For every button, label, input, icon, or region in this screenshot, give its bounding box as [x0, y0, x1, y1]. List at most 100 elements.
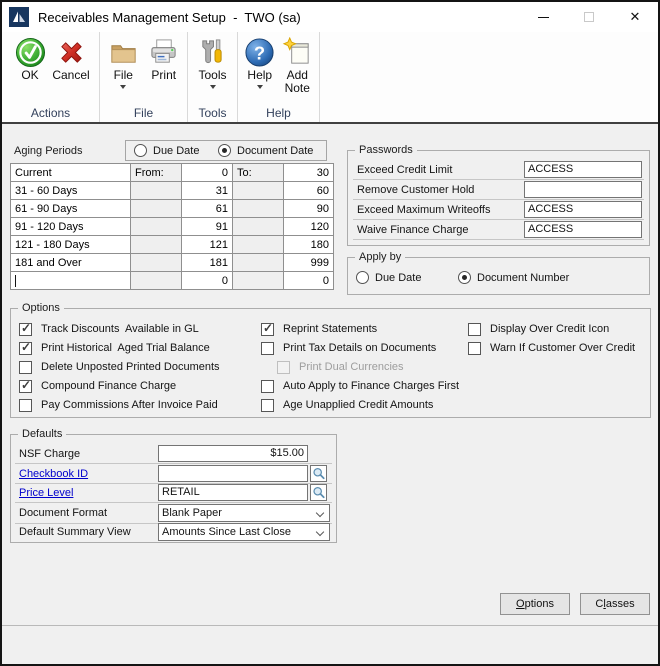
checkbox-icon[interactable]: ✓ [468, 322, 481, 336]
warn-if-customer-over-credit-option[interactable]: ✓ Warn If Customer Over Credit [468, 341, 635, 355]
period-to-field[interactable]: 999 [283, 253, 334, 272]
radio-icon[interactable] [458, 271, 471, 284]
file-menu-button[interactable]: File [103, 37, 144, 104]
delete-unposted-option[interactable]: ✓ Delete Unposted Printed Documents [19, 360, 220, 374]
add-note-icon [282, 37, 309, 64]
checkbook-id-link[interactable]: Checkbook ID [19, 468, 88, 480]
period-to-field[interactable]: 180 [283, 235, 334, 254]
period-name-field[interactable]: 31 - 60 Days [10, 181, 131, 200]
exceed-credit-limit-input[interactable]: ACCESS [524, 161, 642, 178]
due-date-radio-option[interactable]: Due Date [134, 144, 199, 157]
close-button[interactable]: ✕ [612, 2, 658, 32]
cancel-button[interactable]: Cancel [51, 37, 92, 104]
document-date-radio-option[interactable]: Document Date [218, 144, 313, 157]
print-tax-details-option[interactable]: ✓ Print Tax Details on Documents [261, 341, 436, 355]
password-row: Remove Customer Hold [353, 181, 644, 200]
exceed-maximum-writeoffs-input[interactable]: ACCESS [524, 201, 642, 218]
apply-by-title: Apply by [355, 251, 406, 263]
pay-commissions-option[interactable]: ✓ Pay Commissions After Invoice Paid [19, 398, 218, 412]
period-name-field[interactable]: 91 - 120 Days [10, 217, 131, 236]
checkbox-icon[interactable]: ✓ [261, 321, 274, 336]
age-unapplied-credit-option[interactable]: ✓ Age Unapplied Credit Amounts [261, 398, 433, 412]
ribbon-group-file: File Print File [100, 32, 188, 122]
print-button[interactable]: Print [144, 37, 185, 104]
checkbook-id-lookup-button[interactable] [310, 465, 327, 482]
period-to-field[interactable]: 90 [283, 199, 334, 218]
auto-apply-finance-charges-option[interactable]: ✓ Auto Apply to Finance Charges First [261, 379, 459, 393]
period-name-field[interactable]: 181 and Over [10, 253, 131, 272]
checkbox-icon[interactable]: ✓ [19, 360, 32, 374]
period-from-field[interactable]: 0 [181, 271, 233, 290]
checkbox-icon[interactable]: ✓ [261, 398, 274, 412]
form-content: Aging Periods Due Date Document Date Cur… [2, 126, 658, 664]
period-name-field[interactable]: 61 - 90 Days [10, 199, 131, 218]
tools-menu-button[interactable]: Tools [192, 37, 233, 104]
period-from-field[interactable]: 31 [181, 181, 233, 200]
classes-button[interactable]: Classes [580, 593, 650, 615]
remove-customer-hold-input[interactable] [524, 181, 642, 198]
period-to-field[interactable]: 120 [283, 217, 334, 236]
text-cursor [15, 274, 16, 287]
checkbox-icon[interactable]: ✓ [261, 341, 274, 355]
price-level-link[interactable]: Price Level [19, 487, 73, 499]
radio-icon[interactable] [218, 144, 231, 157]
ribbon-group-label-help: Help [266, 106, 291, 120]
apply-by-document-number-option[interactable]: Document Number [458, 271, 569, 284]
checkbook-id-input[interactable] [158, 465, 308, 482]
svg-text:?: ? [254, 42, 265, 63]
ok-button[interactable]: OK [10, 37, 51, 104]
period-from-field[interactable]: 61 [181, 199, 233, 218]
apply-by-due-date-option[interactable]: Due Date [356, 271, 421, 284]
period-from-field[interactable]: 181 [181, 253, 233, 272]
period-from-field[interactable]: 91 [181, 217, 233, 236]
document-format-row: Document Format Blank Paper [15, 504, 332, 524]
defaults-title: Defaults [18, 428, 67, 440]
checkbox-icon[interactable]: ✓ [19, 398, 32, 412]
chevron-down-icon [315, 508, 325, 518]
window-title: Receivables Management Setup - TWO (sa) [38, 9, 301, 25]
checkbox-icon[interactable]: ✓ [19, 321, 32, 336]
default-summary-view-dropdown[interactable]: Amounts Since Last Close [158, 523, 330, 541]
period-from-field[interactable]: 121 [181, 235, 233, 254]
waive-finance-charge-input[interactable]: ACCESS [524, 221, 642, 238]
minimize-button[interactable] [520, 2, 566, 32]
app-logo-icon [9, 7, 29, 27]
price-level-input[interactable]: RETAIL [158, 484, 308, 501]
checkbox-icon[interactable]: ✓ [19, 378, 32, 393]
document-format-dropdown[interactable]: Blank Paper [158, 504, 330, 522]
checkbox-icon[interactable]: ✓ [468, 341, 481, 355]
radio-icon[interactable] [356, 271, 369, 284]
ribbon-group-actions: OK Cancel Actions [2, 32, 100, 122]
reprint-statements-option[interactable]: ✓ Reprint Statements [261, 321, 377, 336]
receivables-management-setup-window: Receivables Management Setup - TWO (sa) … [0, 0, 660, 666]
options-button[interactable]: Options [500, 593, 570, 615]
compound-finance-charge-option[interactable]: ✓ Compound Finance Charge [19, 378, 176, 393]
price-level-lookup-button[interactable] [310, 484, 327, 501]
ribbon-group-tools: Tools Tools [188, 32, 238, 122]
period-name-field[interactable]: 121 - 180 Days [10, 235, 131, 254]
radio-icon[interactable] [134, 144, 147, 157]
title-bar: Receivables Management Setup - TWO (sa) … [2, 2, 658, 32]
chevron-down-icon [256, 85, 263, 89]
passwords-groupbox: Passwords Exceed Credit Limit ACCESS Rem… [347, 144, 650, 246]
add-note-button[interactable]: Add Note [279, 37, 317, 104]
nsf-charge-row: NSF Charge $15.00 [15, 445, 332, 464]
maximize-icon [584, 12, 594, 22]
period-name-field-focused[interactable] [10, 271, 131, 290]
password-row: Waive Finance Charge ACCESS [353, 221, 644, 240]
cancel-x-icon [60, 42, 82, 63]
period-to-field[interactable]: 60 [283, 181, 334, 200]
period-to-field[interactable]: 0 [283, 271, 334, 290]
print-historical-option[interactable]: ✓ Print Historical Aged Trial Balance [19, 340, 210, 355]
help-menu-button[interactable]: ? Help [241, 37, 279, 104]
display-over-credit-icon-option[interactable]: ✓ Display Over Credit Icon [468, 322, 609, 336]
nsf-charge-input[interactable]: $15.00 [158, 445, 308, 462]
ribbon-group-help: ? Help Add Note Help [238, 32, 320, 122]
ribbon-group-label-tools: Tools [198, 106, 227, 120]
track-discounts-option[interactable]: ✓ Track Discounts Available in GL [19, 321, 199, 336]
checkbox-icon[interactable]: ✓ [261, 379, 274, 393]
period-to-field[interactable]: 30 [283, 163, 334, 182]
period-name-field[interactable]: Current [10, 163, 131, 182]
checkbox-icon[interactable]: ✓ [19, 340, 32, 355]
period-from-field[interactable]: 0 [181, 163, 233, 182]
